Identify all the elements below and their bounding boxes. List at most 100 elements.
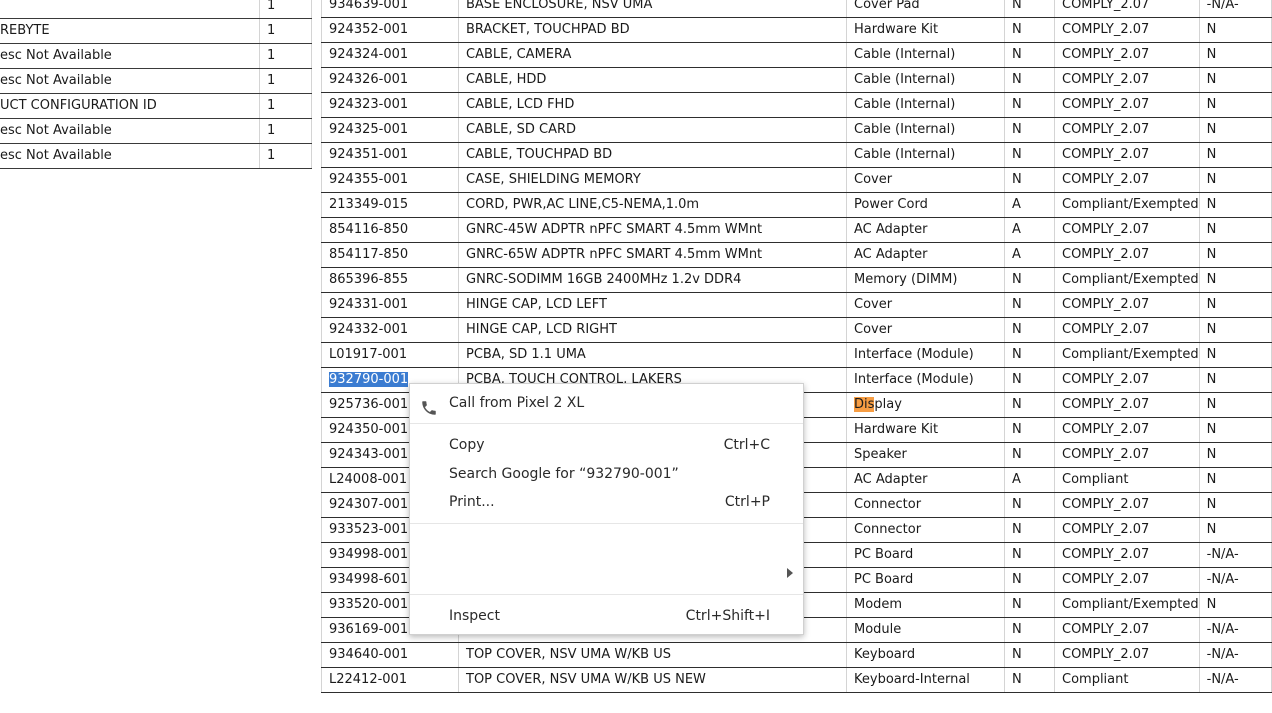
cell-type: Hardware Kit	[846, 17, 1005, 43]
cell-extra: N	[1198, 442, 1272, 468]
cell-flag: N	[1004, 142, 1055, 168]
left-cell-qty: 1	[259, 93, 312, 119]
cell-extra: N	[1198, 42, 1272, 68]
cell-part: 924355-001	[321, 167, 459, 193]
cell-type: Cable (Internal)	[846, 142, 1005, 168]
cell-flag: N	[1004, 592, 1055, 618]
submenu-arrow-icon	[787, 568, 793, 578]
cell-type: Cover	[846, 292, 1005, 318]
cell-status: COMPLY_2.07	[1054, 117, 1200, 143]
left-cell-qty: 1	[259, 0, 312, 19]
cell-desc: BRACKET, TOUCHPAD BD	[458, 17, 847, 43]
cell-extra: -N/A-	[1198, 642, 1272, 668]
cell-flag: N	[1004, 517, 1055, 543]
left-cell-qty: 1	[259, 143, 312, 169]
left-table-row: esc Not Available 1	[0, 43, 312, 69]
cell-type: PC Board	[846, 542, 1005, 568]
menu-item-print[interactable]: Print... Ctrl+P	[410, 489, 803, 517]
cell-flag: N	[1004, 42, 1055, 68]
cell-desc: HINGE CAP, LCD RIGHT	[458, 317, 847, 343]
cell-type: Hardware Kit	[846, 417, 1005, 443]
cell-desc: BASE ENCLOSURE, NSV UMA	[458, 0, 847, 18]
left-cell-name: UCT CONFIGURATION ID	[0, 93, 260, 119]
cell-type: AC Adapter	[846, 467, 1005, 493]
cell-type: Keyboard	[846, 642, 1005, 668]
cell-status: COMPLY_2.07	[1054, 292, 1200, 318]
print-label: Print...	[449, 494, 495, 510]
cell-status: Compliant/Exempted	[1054, 342, 1200, 368]
cell-flag: N	[1004, 417, 1055, 443]
cell-part: L22412-001	[321, 667, 459, 693]
call-label: Call from Pixel 2 XL	[449, 395, 585, 411]
menu-item-search-google[interactable]: Search Google for “932790-001”	[410, 461, 803, 489]
cell-type: Memory (DIMM)	[846, 267, 1005, 293]
cell-flag: N	[1004, 92, 1055, 118]
cell-status: COMPLY_2.07	[1054, 317, 1200, 343]
cell-flag: N	[1004, 667, 1055, 693]
cell-desc: PCBA, SD 1.1 UMA	[458, 342, 847, 368]
cell-status: COMPLY_2.07	[1054, 217, 1200, 243]
cell-part: 213349-015	[321, 192, 459, 218]
cell-type: Speaker	[846, 442, 1005, 468]
cell-extra: N	[1198, 142, 1272, 168]
cell-flag: N	[1004, 442, 1055, 468]
menu-item-submenu[interactable]	[410, 556, 803, 590]
cell-flag: N	[1004, 267, 1055, 293]
cell-part: 854116-850	[321, 217, 459, 243]
cell-part: 924325-001	[321, 117, 459, 143]
cell-flag: N	[1004, 617, 1055, 643]
cell-extra: N	[1198, 592, 1272, 618]
cell-flag: N	[1004, 342, 1055, 368]
cell-flag: N	[1004, 317, 1055, 343]
table-row: 934639-001 BASE ENCLOSURE, NSV UMA Cover P…	[321, 0, 1272, 18]
menu-item-copy[interactable]: Copy Ctrl+C	[410, 432, 803, 460]
table-row: 924352-001 BRACKET, TOUCHPAD BD Hardware K…	[321, 17, 1272, 43]
selected-text[interactable]: 932790-001	[329, 372, 409, 387]
cell-flag: N	[1004, 292, 1055, 318]
cell-extra: N	[1198, 492, 1272, 518]
table-row: 924323-001 CABLE, LCD FHD Cable (Internal)…	[321, 92, 1272, 118]
cell-extra: N	[1198, 267, 1272, 293]
cell-type: Interface (Module)	[846, 342, 1005, 368]
cell-flag: A	[1004, 217, 1055, 243]
cell-extra: N	[1198, 17, 1272, 43]
left-cell-name	[0, 0, 260, 19]
cell-type: Display	[846, 392, 1005, 418]
cell-status: Compliant	[1054, 467, 1200, 493]
cell-flag: N	[1004, 367, 1055, 393]
cell-status: COMPLY_2.07	[1054, 617, 1200, 643]
print-shortcut: Ctrl+P	[724, 494, 770, 510]
cell-part: 854117-850	[321, 242, 459, 268]
cell-type: Module	[846, 617, 1005, 643]
inspect-label: Inspect	[449, 608, 500, 624]
cell-extra: N	[1198, 192, 1272, 218]
inspect-shortcut: Ctrl+Shift+I	[685, 608, 770, 624]
cell-flag: N	[1004, 542, 1055, 568]
cell-status: COMPLY_2.07	[1054, 167, 1200, 193]
phone-icon	[422, 401, 436, 415]
left-cell-name: esc Not Available	[0, 118, 260, 144]
cell-extra: N	[1198, 117, 1272, 143]
cell-status: COMPLY_2.07	[1054, 442, 1200, 468]
table-row: 924324-001 CABLE, CAMERA Cable (Internal) N…	[321, 42, 1272, 68]
table-row: 924332-001 HINGE CAP, LCD RIGHT Cover N COMP…	[321, 317, 1272, 343]
cell-flag: N	[1004, 642, 1055, 668]
cell-status: COMPLY_2.07	[1054, 642, 1200, 668]
table-row: 854117-850 GNRC-65W ADPTR nPFC SMART 4.5m…	[321, 242, 1272, 268]
cell-status: COMPLY_2.07	[1054, 567, 1200, 593]
cell-flag: A	[1004, 242, 1055, 268]
table-row: 213349-015 CORD, PWR,AC LINE,C5-NEMA,1.0m…	[321, 192, 1272, 218]
table-row: 924326-001 CABLE, HDD Cable (Internal) N COM…	[321, 67, 1272, 93]
cell-part: 924323-001	[321, 92, 459, 118]
cell-extra: N	[1198, 317, 1272, 343]
left-table-row: 1	[0, 0, 312, 19]
cell-part: L01917-001	[321, 342, 459, 368]
cell-type: Cable (Internal)	[846, 67, 1005, 93]
cell-type: Interface (Module)	[846, 367, 1005, 393]
menu-item-call[interactable]: Call from Pixel 2 XL	[410, 390, 803, 418]
cell-desc: GNRC-65W ADPTR nPFC SMART 4.5mm WMnt	[458, 242, 847, 268]
cell-extra: -N/A-	[1198, 567, 1272, 593]
cell-status: COMPLY_2.07	[1054, 367, 1200, 393]
menu-item-inspect[interactable]: Inspect Ctrl+Shift+I	[410, 603, 803, 631]
left-cell-name: esc Not Available	[0, 68, 260, 94]
